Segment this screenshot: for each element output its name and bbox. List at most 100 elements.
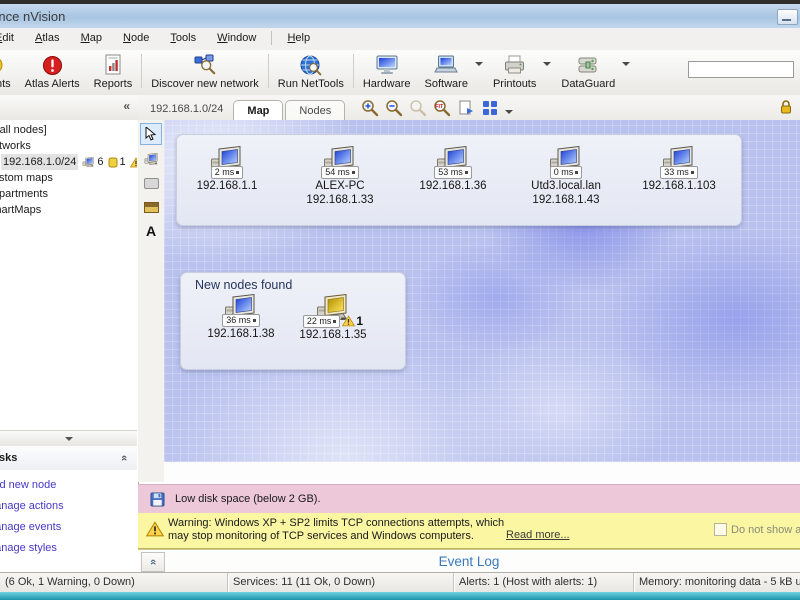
sidebar: Atlas [all nodes] Networks 192.168.1.0/2… (0, 120, 139, 572)
dataguard-button[interactable]: DataGuard (554, 50, 622, 90)
node-name: 192.168.1.1 (196, 180, 258, 192)
node-name: Utd3.local.lan (531, 180, 601, 192)
task-add-new-node[interactable]: Add new node (0, 479, 137, 491)
node-name: 192.168.1.35 (299, 329, 367, 341)
tab-nodes[interactable]: Nodes (285, 100, 346, 120)
warning-node-badge: 1 (108, 154, 126, 170)
atlas-tree: Atlas [all nodes] Networks 192.168.1.0/2… (0, 122, 137, 218)
dont-show-checkbox[interactable] (714, 523, 727, 536)
printouts-dropdown-arrow[interactable] (543, 62, 552, 66)
status-hosts: (6 Ok, 1 Warning, 0 Down) (0, 573, 228, 593)
tree-item-networks[interactable]: Networks (0, 138, 137, 154)
disk-warning-text: Low disk space (below 2 GB). (175, 493, 321, 505)
map-node[interactable]: 33 ms 192.168.1.103 (631, 146, 727, 225)
title-bar[interactable]: Axence nVision (0, 4, 800, 29)
map-node[interactable]: 54 ms ALEX-PC 192.168.1.33 (292, 146, 388, 225)
software-dropdown-arrow[interactable] (474, 62, 483, 66)
group-title: New nodes found (195, 278, 293, 292)
map-node[interactable]: 53 ms 192.168.1.36 (405, 146, 501, 225)
tree-item-network-192-168-1-0[interactable]: 192.168.1.0/24 6 1 1 (0, 154, 137, 170)
alert-count: 1 (356, 314, 364, 328)
events-button[interactable]: Events (0, 50, 18, 90)
software-button[interactable]: Software (418, 50, 475, 90)
task-manage-styles[interactable]: Manage styles (0, 542, 137, 554)
menu-help[interactable]: Help (278, 28, 319, 50)
warning-icon (146, 521, 164, 537)
text-tool[interactable]: A (141, 221, 161, 241)
monitor-icon (375, 53, 399, 77)
menu-tools[interactable]: Tools (161, 28, 205, 50)
app-window: Axence nVision Edit Atlas Map Node Tools… (0, 0, 800, 600)
ping-badge: 54 ms (321, 166, 359, 179)
event-log-panel: « Event Log (138, 549, 800, 573)
discover-network-button[interactable]: Discover new network (144, 50, 266, 90)
layout-dropdown-arrow[interactable] (505, 109, 514, 114)
tree-item-departments[interactable]: Departments (0, 186, 137, 202)
search-input[interactable] (688, 61, 794, 78)
menu-map[interactable]: Map (72, 28, 111, 50)
map-node[interactable]: 2 ms 192.168.1.1 (179, 146, 275, 225)
zoom-in-icon[interactable] (361, 99, 379, 117)
alert-count-badge: 1 (130, 154, 137, 170)
atlas-alerts-button[interactable]: Atlas Alerts (18, 50, 87, 90)
rectangle-tool[interactable] (141, 173, 161, 193)
tree-scroll-down-button[interactable] (0, 430, 137, 447)
svg-text:FIT: FIT (435, 104, 444, 110)
disk-icon (150, 491, 165, 507)
add-node-tool[interactable] (141, 149, 161, 169)
disk-space-notification[interactable]: Low disk space (below 2 GB). (138, 484, 800, 514)
status-services: Services: 11 (11 Ok, 0 Down) (228, 573, 454, 593)
minimize-button[interactable] (777, 9, 798, 25)
node-yellow-icon (108, 157, 118, 167)
menu-edit[interactable]: Edit (0, 28, 23, 50)
tree-item-smartmaps[interactable]: SmartMaps (0, 202, 137, 218)
dataguard-dropdown-arrow[interactable] (622, 62, 631, 66)
menu-window[interactable]: Window (208, 28, 265, 50)
read-more-link[interactable]: Read more... (506, 529, 570, 541)
lock-icon[interactable] (779, 99, 793, 115)
tab-map[interactable]: Map (233, 100, 284, 120)
event-log-title[interactable]: Event Log (138, 554, 800, 569)
pointer-icon (145, 127, 157, 141)
filled-rectangle-tool[interactable] (141, 197, 161, 217)
zoom-100-icon (409, 99, 427, 117)
reports-button[interactable]: Reports (87, 50, 140, 90)
export-map-icon[interactable] (457, 99, 475, 117)
warning-icon (342, 315, 355, 327)
network-label: 192.168.1.0/24 (150, 103, 224, 115)
map-canvas-margin (164, 462, 800, 482)
task-manage-actions[interactable]: Manage actions (0, 500, 137, 512)
toolbar-separator (267, 54, 269, 88)
task-manage-events[interactable]: Manage events (0, 521, 137, 533)
computer-icon (82, 157, 95, 168)
collapse-sidebar-icon[interactable]: « (123, 99, 130, 113)
tree-item-custom-maps[interactable]: Custom maps (0, 170, 137, 186)
map-node-warning[interactable]: 22 ms 1 192.168.1.35 (290, 294, 376, 342)
menu-atlas[interactable]: Atlas (26, 28, 68, 50)
map-tool-column: A (138, 120, 165, 482)
node-ip: 192.168.1.43 (532, 194, 600, 206)
tasks-panel-header[interactable]: Tasks « (0, 446, 137, 471)
map-node[interactable]: 0 ms Utd3.local.lan 192.168.1.43 (518, 146, 614, 225)
collapse-tasks-icon[interactable]: « (118, 455, 130, 461)
menu-separator (271, 31, 273, 46)
ping-badge: 33 ms (660, 166, 698, 179)
map-node[interactable]: 36 ms 192.168.1.38 (198, 294, 284, 342)
warning-icon (130, 157, 137, 168)
nettools-icon (299, 53, 322, 77)
run-nettools-button[interactable]: Run NetTools (271, 50, 351, 90)
pointer-tool[interactable] (140, 123, 162, 145)
node-name: ALEX-PC (315, 180, 365, 192)
node-group: 2 ms 192.168.1.1 54 ms ALEX-PC 192.168.1… (176, 134, 742, 226)
hardware-button[interactable]: Hardware (356, 50, 418, 90)
map-canvas[interactable]: 2 ms 192.168.1.1 54 ms ALEX-PC 192.168.1… (164, 120, 800, 462)
tree-item-atlas[interactable]: Atlas [all nodes] (0, 122, 137, 138)
ping-badge: 36 ms (222, 314, 260, 327)
layout-grid-icon[interactable] (481, 99, 499, 117)
dataguard-icon (576, 53, 600, 77)
zoom-out-icon[interactable] (385, 99, 403, 117)
menu-node[interactable]: Node (114, 28, 158, 50)
zoom-fit-icon[interactable]: FIT (433, 99, 451, 117)
report-icon (103, 53, 123, 77)
printouts-button[interactable]: Printouts (486, 50, 543, 90)
